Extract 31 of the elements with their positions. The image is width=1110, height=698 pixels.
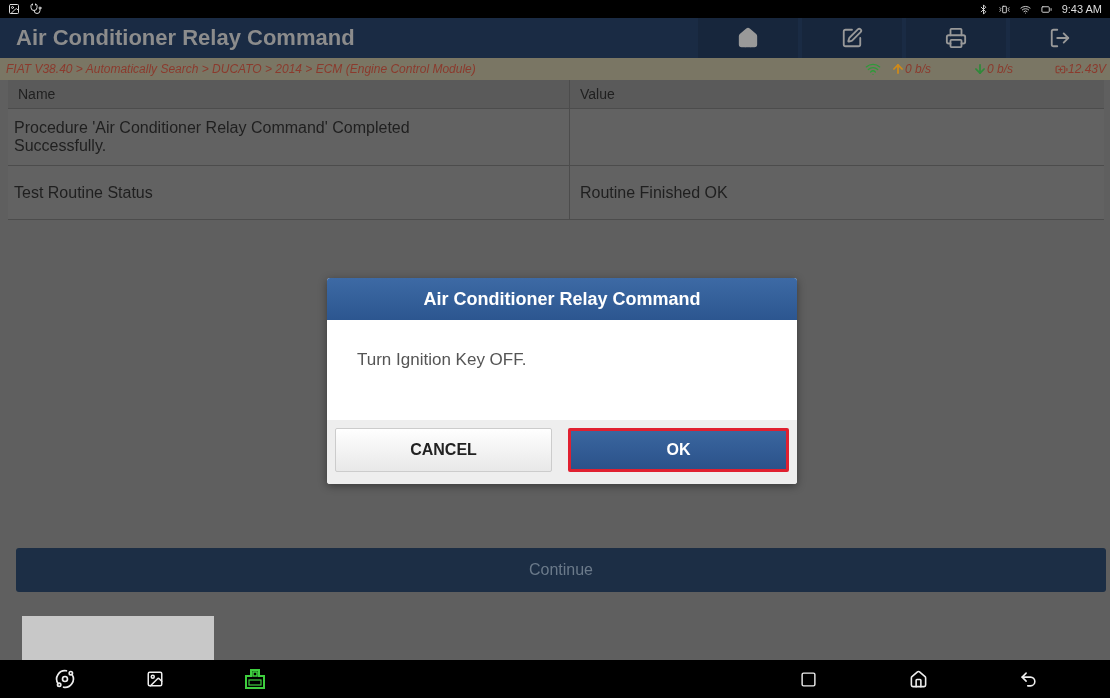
exit-button[interactable] (1010, 18, 1110, 58)
column-header: Name (8, 80, 570, 109)
table-cell: Test Routine Status (8, 166, 570, 220)
home-button[interactable] (698, 18, 798, 58)
upload-rate: 0 b/s (904, 62, 931, 76)
clock-time: 9:43 AM (1061, 3, 1102, 15)
printer-icon[interactable] (945, 27, 967, 49)
dialog-title: Air Conditioner Relay Command (327, 278, 797, 320)
stethoscope-icon (30, 3, 42, 15)
edit-icon[interactable] (841, 27, 863, 49)
vci-connector-icon[interactable] (243, 668, 267, 690)
download-rate: 0 b/s (986, 62, 1013, 76)
print-button[interactable] (906, 18, 1006, 58)
edit-button[interactable] (802, 18, 902, 58)
cancel-button[interactable]: CANCEL (335, 428, 552, 472)
ok-button[interactable]: OK (568, 428, 789, 472)
column-header: Value (570, 80, 1104, 109)
page-title: Air Conditioner Relay Command (16, 25, 356, 51)
home-icon[interactable] (908, 669, 928, 689)
wifi-icon (864, 61, 881, 77)
back-arrow-icon[interactable] (1018, 669, 1038, 689)
image-icon (8, 3, 20, 15)
exit-door-icon[interactable] (1049, 27, 1071, 49)
table-cell: Procedure 'Air Conditioner Relay Command' Completed Successfully. (8, 109, 570, 166)
breadcrumb: FIAT V38.40 > Automatically Search > DUCATO > 2014 > ECM (Engine Control Module) (6, 62, 477, 76)
vibrate-icon (998, 3, 1010, 15)
dialog-message: Turn Ignition Key OFF. (356, 349, 528, 371)
wifi-icon (1019, 3, 1031, 15)
voltage-reading: 12.43V (1067, 62, 1106, 76)
battery-icon (1040, 3, 1052, 15)
square-icon[interactable] (799, 670, 817, 688)
